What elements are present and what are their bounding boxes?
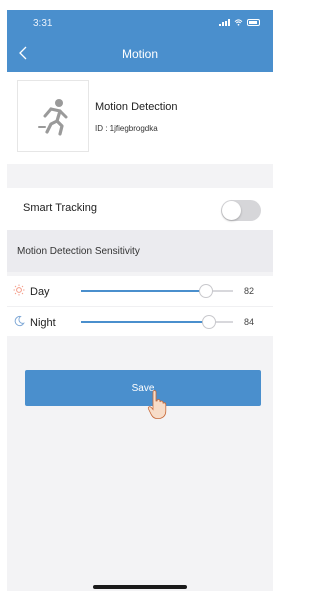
day-slider-fill: [81, 290, 206, 292]
device-card: Motion Detection ID : 1jfiegbrogdka: [7, 72, 273, 164]
night-slider-thumb[interactable]: [201, 315, 216, 329]
sensitivity-section-label: Motion Detection Sensitivity: [17, 246, 140, 257]
day-sensitivity-row: Day 82: [7, 276, 273, 306]
save-button[interactable]: Save: [25, 370, 261, 406]
status-time: 3:31: [33, 18, 53, 29]
wifi-icon: [234, 19, 243, 26]
moon-icon: [14, 315, 25, 327]
sun-icon: [13, 284, 25, 296]
status-icons: [219, 19, 260, 26]
toggle-knob: [222, 201, 241, 220]
day-slider-thumb[interactable]: [198, 284, 213, 298]
running-person-icon: [38, 99, 68, 136]
night-label: Night: [30, 317, 56, 329]
device-id: ID : 1jfiegbrogdka: [95, 124, 158, 133]
smart-tracking-toggle[interactable]: [221, 200, 261, 221]
device-thumbnail: [17, 80, 89, 152]
night-slider[interactable]: [81, 315, 233, 329]
sensitivity-section-header: Motion Detection Sensitivity: [7, 230, 273, 272]
day-label: Day: [30, 286, 50, 298]
device-title: Motion Detection: [95, 101, 178, 113]
day-value: 82: [244, 286, 255, 296]
night-sensitivity-row: Night 84: [7, 306, 273, 336]
battery-icon: [247, 19, 260, 26]
signal-icon: [219, 19, 230, 26]
app-screen: 3:31 Motion Motion Detection ID: 1jfieg…: [7, 10, 273, 591]
night-slider-fill: [81, 321, 209, 323]
smart-tracking-row: Smart Tracking: [7, 188, 273, 230]
hand-pointer-icon: [147, 390, 167, 419]
smart-tracking-label: Smart Tracking: [23, 202, 97, 214]
day-slider[interactable]: [81, 284, 233, 298]
night-value: 84: [244, 317, 255, 327]
home-indicator: [93, 585, 187, 589]
page-title: Motion: [121, 47, 159, 61]
header-bar: 3:31 Motion: [7, 10, 273, 72]
